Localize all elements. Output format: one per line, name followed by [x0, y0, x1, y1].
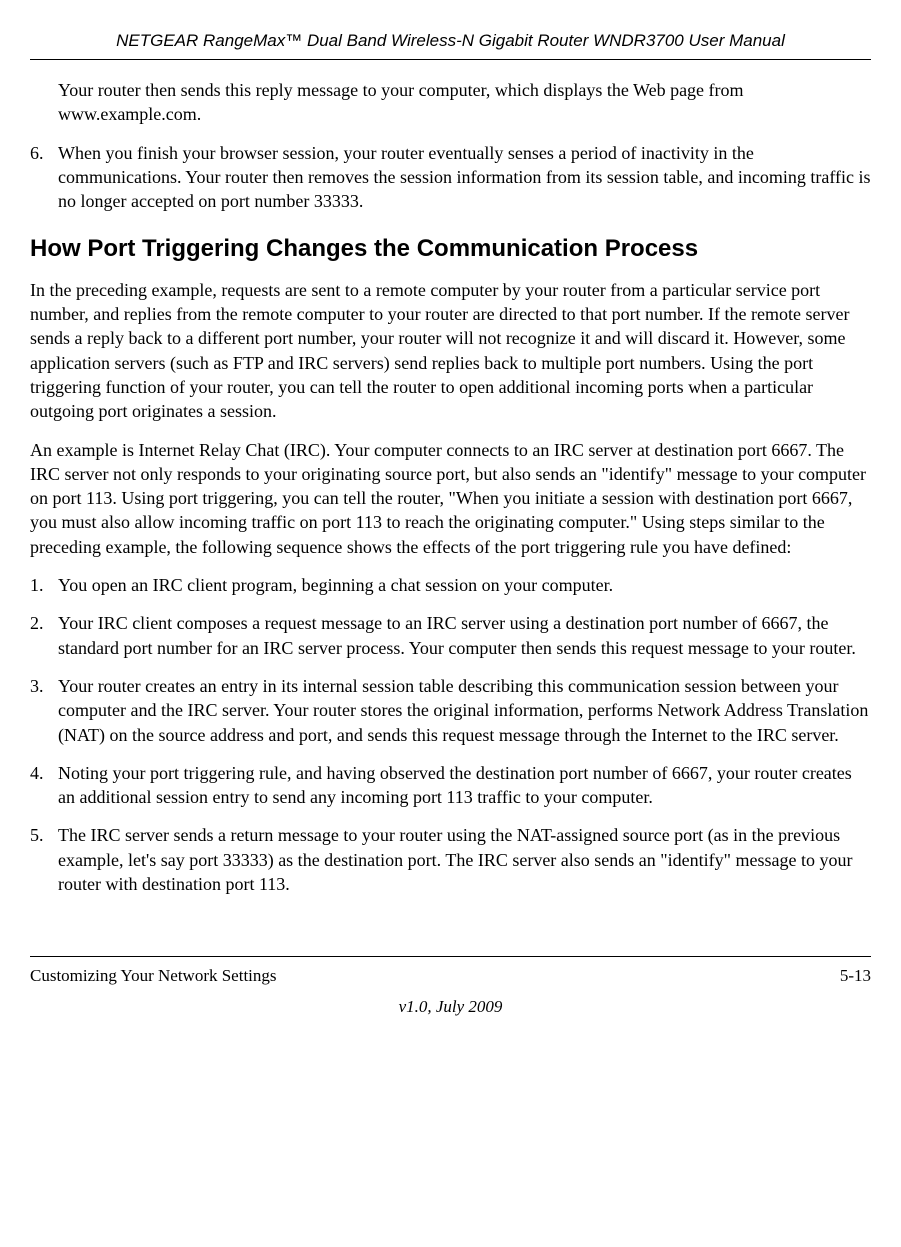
list-text: Your router creates an entry in its inte…: [58, 674, 871, 747]
footer-version: v1.0, July 2009: [30, 996, 871, 1019]
list-item: 2. Your IRC client composes a request me…: [30, 611, 871, 660]
list-number: 2.: [30, 611, 58, 635]
page-header: NETGEAR RangeMax™ Dual Band Wireless-N G…: [30, 30, 871, 53]
header-rule: [30, 59, 871, 60]
list-number: 1.: [30, 573, 58, 597]
list-item: 4. Noting your port triggering rule, and…: [30, 761, 871, 810]
list-text: The IRC server sends a return message to…: [58, 823, 871, 896]
intro-paragraph: Your router then sends this reply messag…: [58, 78, 871, 127]
footer-right: 5-13: [840, 965, 871, 988]
list-item: 5. The IRC server sends a return message…: [30, 823, 871, 896]
list-text: You open an IRC client program, beginnin…: [58, 573, 871, 597]
header-title: NETGEAR RangeMax™ Dual Band Wireless-N G…: [116, 31, 785, 50]
list-text: Noting your port triggering rule, and ha…: [58, 761, 871, 810]
list-item: 6. When you finish your browser session,…: [30, 141, 871, 214]
list-text: When you finish your browser session, yo…: [58, 141, 871, 214]
steps-list: 1. You open an IRC client program, begin…: [30, 573, 871, 896]
list-number: 3.: [30, 674, 58, 698]
page-footer: Customizing Your Network Settings 5-13 v…: [30, 956, 871, 1019]
footer-row: Customizing Your Network Settings 5-13: [30, 965, 871, 988]
paragraph-2: An example is Internet Relay Chat (IRC).…: [30, 438, 871, 559]
footer-left: Customizing Your Network Settings: [30, 965, 277, 988]
list-number: 4.: [30, 761, 58, 785]
footer-rule: [30, 956, 871, 957]
list-number: 5.: [30, 823, 58, 847]
list-number: 6.: [30, 141, 58, 165]
list-text: Your IRC client composes a request messa…: [58, 611, 871, 660]
section-heading: How Port Triggering Changes the Communic…: [30, 233, 871, 265]
top-list: 6. When you finish your browser session,…: [30, 141, 871, 214]
list-item: 1. You open an IRC client program, begin…: [30, 573, 871, 597]
list-item: 3. Your router creates an entry in its i…: [30, 674, 871, 747]
paragraph-1: In the preceding example, requests are s…: [30, 278, 871, 424]
